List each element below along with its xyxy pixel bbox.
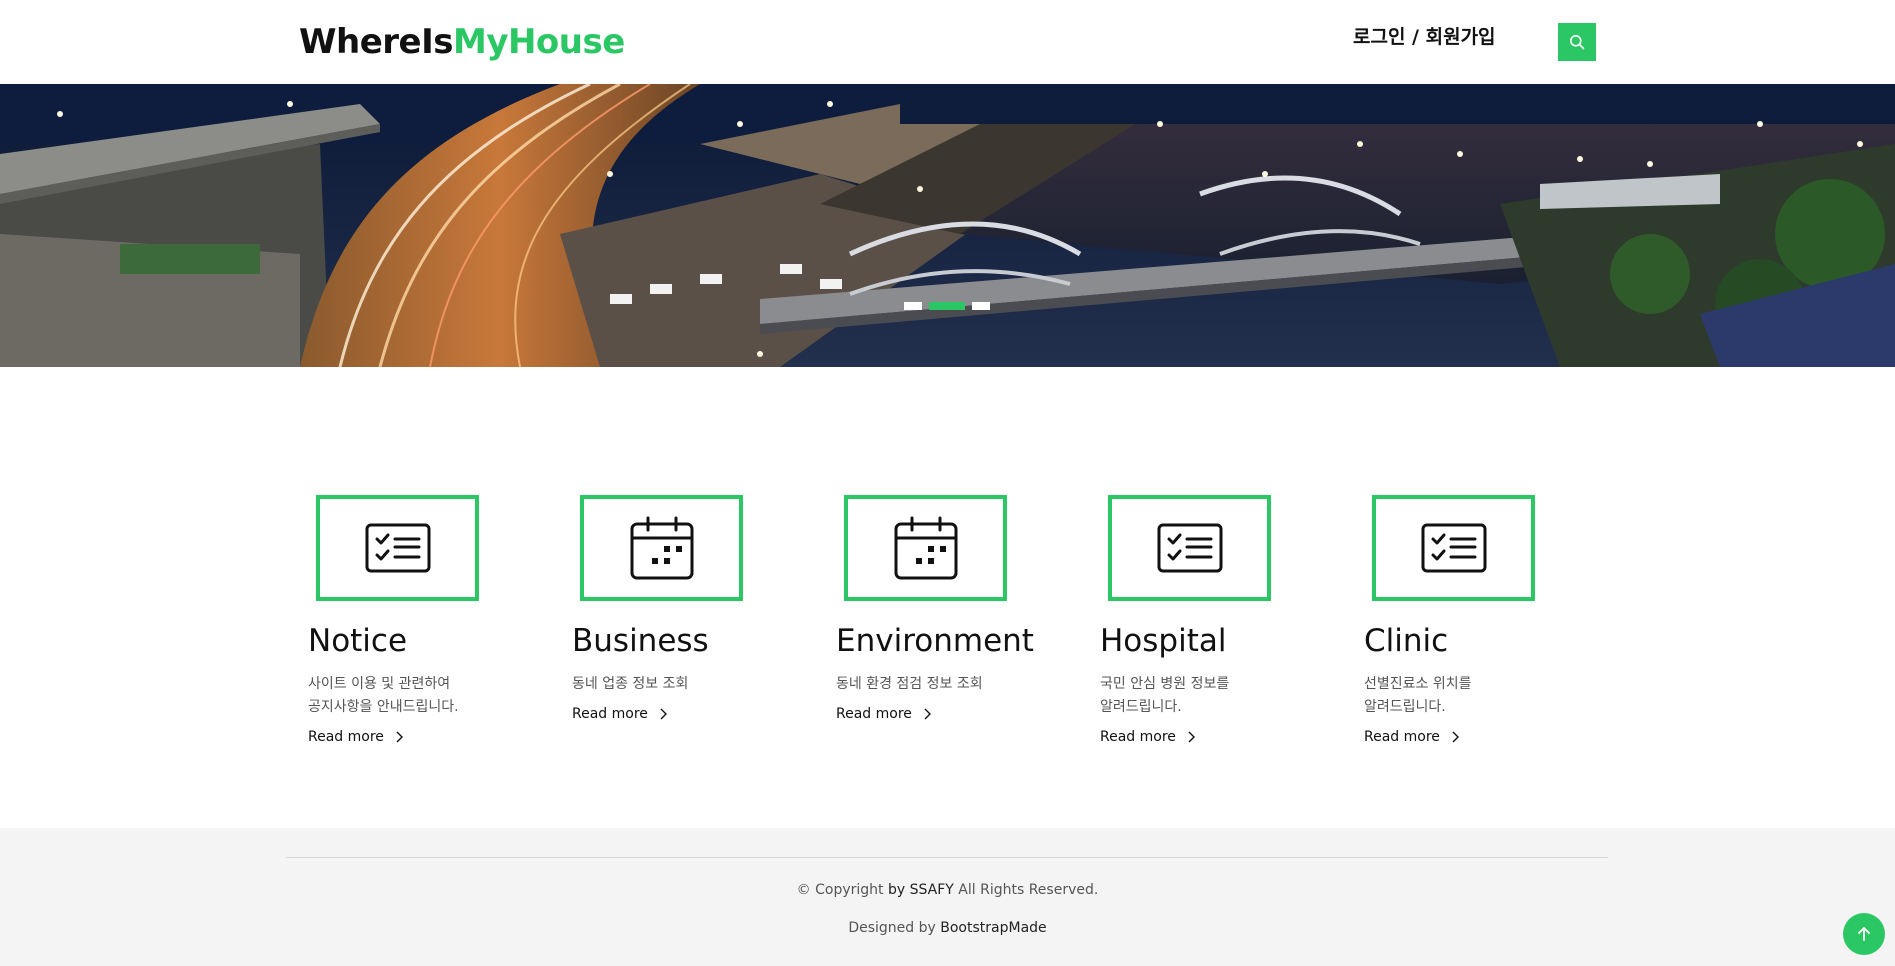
chevron-right-icon [396, 731, 403, 743]
service-icon-box [844, 495, 1007, 601]
service-description: 동네 환경 점검 정보 조회 [836, 673, 1036, 696]
logo-text-primary: WhereIs [299, 22, 453, 62]
carousel-indicator-1[interactable] [904, 302, 922, 310]
read-more-label: Read more [1100, 729, 1176, 745]
description-line: 동네 환경 점검 정보 조회 [836, 676, 983, 692]
city-highway-night-illustration [0, 84, 1895, 367]
description-line: 사이트 이용 및 관련하여 [308, 676, 451, 692]
read-more-link[interactable]: Read more [572, 704, 668, 724]
read-more-link[interactable]: Read more [1364, 727, 1460, 747]
chevron-right-icon [660, 708, 667, 720]
description-line: 국민 안심 병원 정보를 [1100, 676, 1230, 692]
carousel-indicator-3[interactable] [972, 302, 990, 310]
login-signup-link[interactable]: 로그인 / 회원가입 [1353, 24, 1496, 50]
site-footer: © Copyright by SSAFY All Rights Reserved… [0, 828, 1895, 966]
copyright-prefix: © Copyright [796, 882, 888, 898]
read-more-link[interactable]: Read more [308, 727, 404, 747]
chevron-right-icon [1452, 731, 1459, 743]
chevron-right-icon [924, 708, 931, 720]
calendar-icon [894, 516, 957, 580]
service-description: 동네 업종 정보 조회 [572, 673, 772, 696]
copyright-text: © Copyright by SSAFY All Rights Reserved… [0, 880, 1895, 900]
service-title: Environment [836, 623, 1034, 659]
read-more-link[interactable]: Read more [836, 704, 932, 724]
chevron-right-icon [1188, 731, 1195, 743]
service-icon-box [316, 495, 479, 601]
service-title: Business [572, 623, 709, 659]
service-description: 선별진료소 위치를 알려드립니다. [1364, 673, 1564, 719]
designer-link[interactable]: BootstrapMade [940, 920, 1046, 936]
service-title: Hospital [1100, 623, 1227, 659]
service-description: 사이트 이용 및 관련하여 공지사항을 안내드립니다. [308, 673, 508, 719]
site-logo[interactable]: WhereIsMyHouse [299, 20, 625, 64]
back-to-top-button[interactable] [1843, 913, 1885, 955]
service-title: Clinic [1364, 623, 1449, 659]
copyright-suffix: All Rights Reserved. [953, 882, 1099, 898]
designed-by-text: Designed by BootstrapMade [0, 918, 1895, 938]
read-more-label: Read more [836, 706, 912, 722]
read-more-label: Read more [308, 729, 384, 745]
calendar-icon [630, 516, 693, 580]
site-header: WhereIsMyHouse 로그인 / 회원가입 [0, 0, 1895, 84]
logo-text-accent: MyHouse [452, 22, 625, 62]
footer-divider [286, 857, 1608, 858]
search-icon [1570, 35, 1585, 50]
carousel-indicators [904, 302, 990, 310]
service-icon-box [580, 495, 743, 601]
search-button[interactable] [1558, 23, 1596, 61]
description-line: 공지사항을 안내드립니다. [308, 699, 459, 715]
read-more-label: Read more [572, 706, 648, 722]
checklist-icon [1157, 523, 1222, 573]
description-line: 알려드립니다. [1364, 699, 1446, 715]
arrow-up-icon [1858, 927, 1870, 941]
service-icon-box [1372, 495, 1535, 601]
hero-banner-image [0, 84, 1895, 367]
carousel-indicator-2[interactable] [929, 302, 965, 310]
checklist-icon [365, 523, 430, 573]
service-icon-box [1108, 495, 1271, 601]
read-more-label: Read more [1364, 729, 1440, 745]
designed-by-prefix: Designed by [848, 920, 941, 936]
checklist-icon [1421, 523, 1486, 573]
service-description: 국민 안심 병원 정보를 알려드립니다. [1100, 673, 1300, 719]
service-title: Notice [308, 623, 408, 659]
description-line: 선별진료소 위치를 [1364, 676, 1472, 692]
description-line: 동네 업종 정보 조회 [572, 676, 689, 692]
read-more-link[interactable]: Read more [1100, 727, 1196, 747]
copyright-owner: by SSAFY [887, 882, 954, 898]
description-line: 알려드립니다. [1100, 699, 1182, 715]
